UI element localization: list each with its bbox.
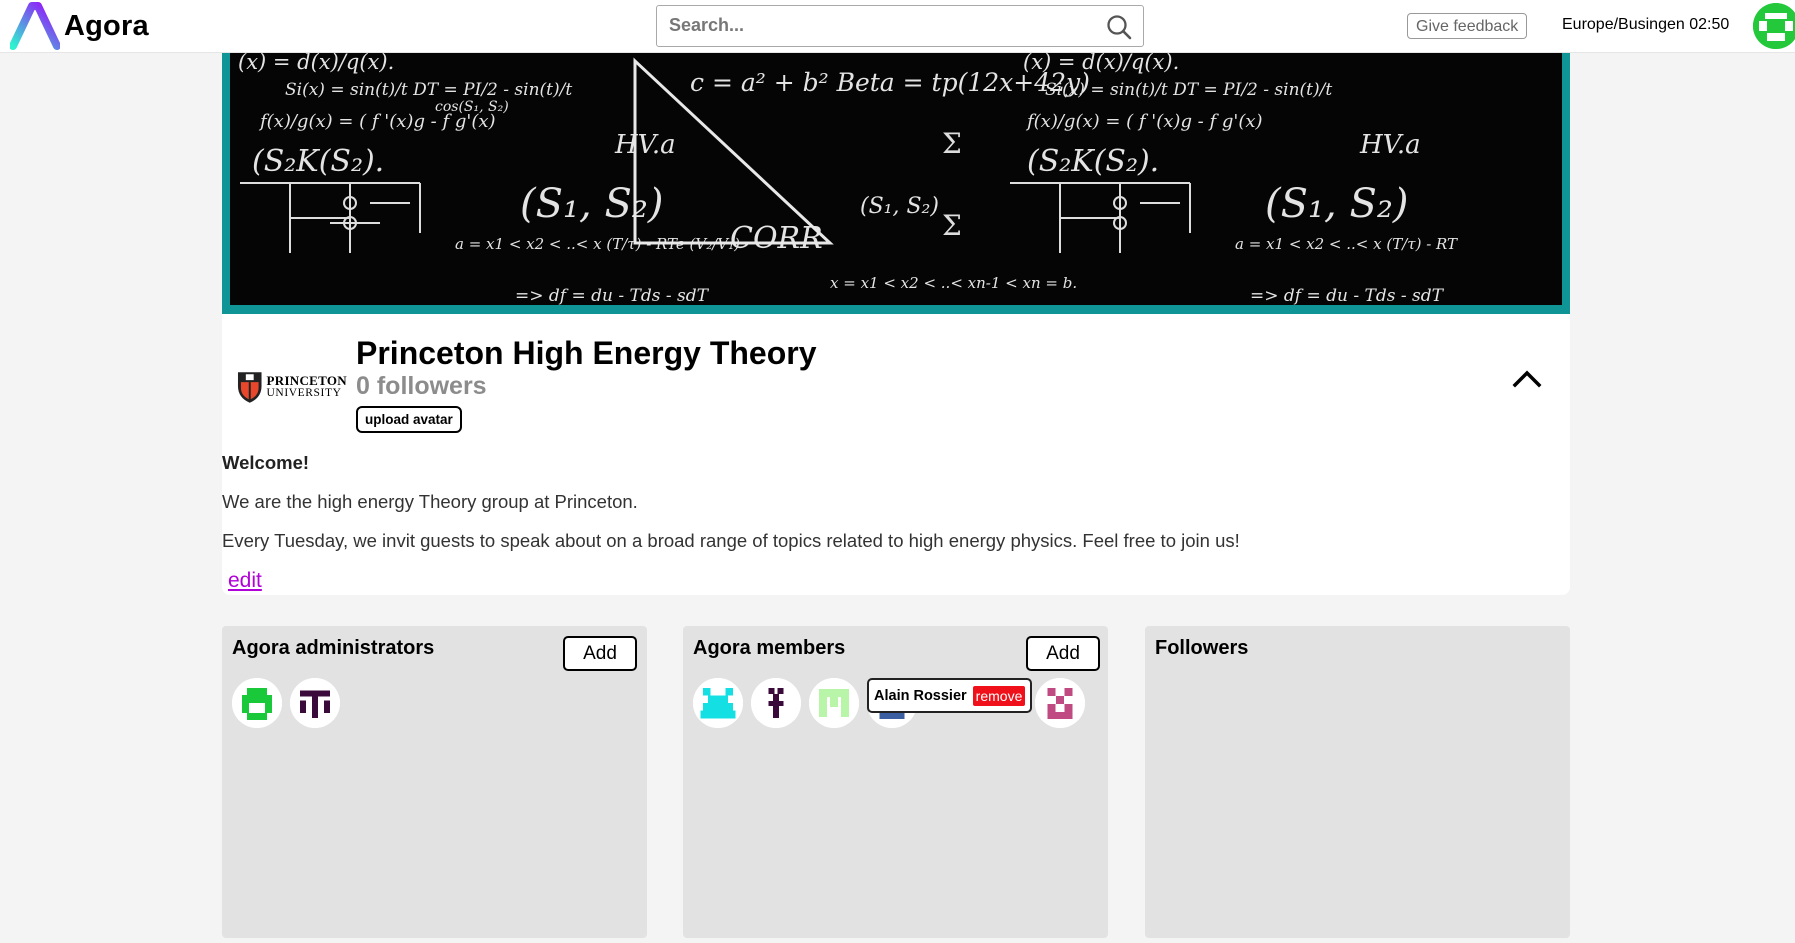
svg-text:cos(S₁, S₂): cos(S₁, S₂) — [435, 99, 509, 115]
chevron-up-icon[interactable] — [1512, 366, 1542, 388]
administrators-panel: Agora administrators Add — [222, 626, 647, 938]
svg-text:HV.a: HV.a — [614, 130, 676, 160]
svg-text:f(x)/g(x) = ( f '(x)g - f g'(x: f(x)/g(x) = ( f '(x)g - f g'(x) — [1025, 111, 1263, 132]
member-avatar[interactable] — [751, 678, 801, 728]
member-avatar[interactable] — [693, 678, 743, 728]
followers-count: 0 followers — [356, 372, 487, 400]
svg-text:(S₂K(S₂).: (S₂K(S₂). — [1027, 144, 1159, 179]
princeton-shield-icon — [237, 372, 262, 403]
svg-text:Σ: Σ — [942, 209, 962, 242]
member-avatar-icon — [693, 678, 743, 728]
give-feedback-button[interactable]: Give feedback — [1407, 13, 1528, 39]
admin-avatar-icon — [290, 678, 340, 728]
svg-text:=> df = du - Tds - sdT: => df = du - Tds - sdT — [515, 286, 710, 305]
svg-text:=> df = du - Tds - sdT: => df = du - Tds - sdT — [1250, 286, 1445, 305]
edit-description-link[interactable]: edit — [228, 569, 262, 593]
member-avatar[interactable] — [809, 678, 859, 728]
svg-text:x = x1 < x2 < ..< xn-1 < xn =: x = x1 < x2 < ..< xn-1 < xn = b. — [830, 274, 1077, 292]
search-box — [656, 5, 1144, 47]
member-name: Alain Rossier — [874, 687, 967, 704]
svg-text:HV.a: HV.a — [1359, 130, 1421, 160]
add-member-button[interactable]: Add — [1026, 636, 1100, 671]
add-administrator-button[interactable]: Add — [563, 636, 637, 671]
followers-panel: Followers — [1145, 626, 1570, 938]
svg-text:(S₂K(S₂).: (S₂K(S₂). — [252, 144, 384, 179]
svg-text:a = x1 < x2 < ..< x (T/τ) - RT: a = x1 < x2 < ..< x (T/τ) - RT — [1235, 235, 1458, 253]
administrators-title: Agora administrators — [232, 637, 435, 659]
svg-text:Si(x) = sin(t)/t DT = PI/2 - s: Si(x) = sin(t)/t DT = PI/2 - sin(t)/t — [1045, 80, 1332, 100]
user-avatar[interactable] — [1753, 3, 1795, 49]
member-avatar-icon — [1035, 678, 1085, 728]
svg-text:Si(x) = sin(t)/t DT = PI/2 - s: Si(x) = sin(t)/t DT = PI/2 - sin(t)/t — [285, 80, 572, 100]
followers-title: Followers — [1155, 637, 1249, 659]
svg-text:(x) = d(x)/q(x).: (x) = d(x)/q(x). — [238, 53, 394, 74]
app-name: Agora — [64, 9, 149, 42]
search-icon[interactable] — [1105, 13, 1133, 41]
admin-avatar[interactable] — [232, 678, 282, 728]
admin-avatar[interactable] — [290, 678, 340, 728]
institution-line-2: UNIVERSITY — [266, 387, 342, 399]
institution-wordmark: PRINCETON UNIVERSITY — [267, 374, 347, 400]
svg-text:(S₁, S₂): (S₁, S₂) — [520, 181, 664, 227]
admin-avatar-icon — [232, 678, 282, 728]
member-avatar-icon — [751, 678, 801, 728]
agora-home-link[interactable]: Agora — [10, 2, 149, 50]
member-avatar-icon — [809, 678, 859, 728]
channel-banner: (x) = d(x)/q(x). Si(x) = sin(t)/t DT = P… — [222, 53, 1570, 314]
description-line-1: We are the high energy Theory group at P… — [222, 491, 638, 512]
svg-text:(S₁, S₂): (S₁, S₂) — [860, 194, 939, 219]
member-avatar[interactable] — [1035, 678, 1085, 728]
channel-info-card: PRINCETON UNIVERSITY Princeton High Ener… — [222, 314, 1570, 595]
timezone-clock: Europe/Busingen 02:50 — [1562, 16, 1730, 33]
user-avatar-icon — [1753, 3, 1795, 49]
description-line-2: Every Tuesday, we invit guests to speak … — [222, 530, 1240, 551]
remove-member-button[interactable]: remove — [972, 685, 1026, 706]
svg-text:(S₁, S₂): (S₁, S₂) — [1265, 181, 1409, 227]
upload-avatar-button[interactable]: upload avatar — [356, 406, 462, 433]
top-navbar: Agora Give feedback Europe/Busingen 02:5… — [0, 0, 1795, 53]
institution-line-1: PRINCETON — [266, 373, 347, 388]
svg-text:(x) = d(x)/q(x).: (x) = d(x)/q(x). — [1023, 53, 1179, 74]
svg-text:Σ: Σ — [942, 127, 962, 160]
channel-title: Princeton High Energy Theory — [356, 335, 817, 371]
search-input[interactable] — [657, 6, 1077, 44]
svg-text:CORR: CORR — [730, 221, 823, 256]
description-welcome: Welcome! — [222, 452, 310, 473]
agora-logo-icon — [10, 2, 60, 50]
chalkboard-image: (x) = d(x)/q(x). Si(x) = sin(t)/t DT = P… — [230, 53, 1562, 305]
institution-logo: PRINCETON UNIVERSITY — [237, 364, 347, 410]
member-hover-tooltip: Alain Rossier remove — [867, 678, 1033, 713]
members-title: Agora members — [693, 637, 846, 659]
members-panel: Agora members Add Alain Rossier remove — [683, 626, 1108, 938]
channel-description: Welcome! We are the high energy Theory g… — [222, 452, 1240, 569]
